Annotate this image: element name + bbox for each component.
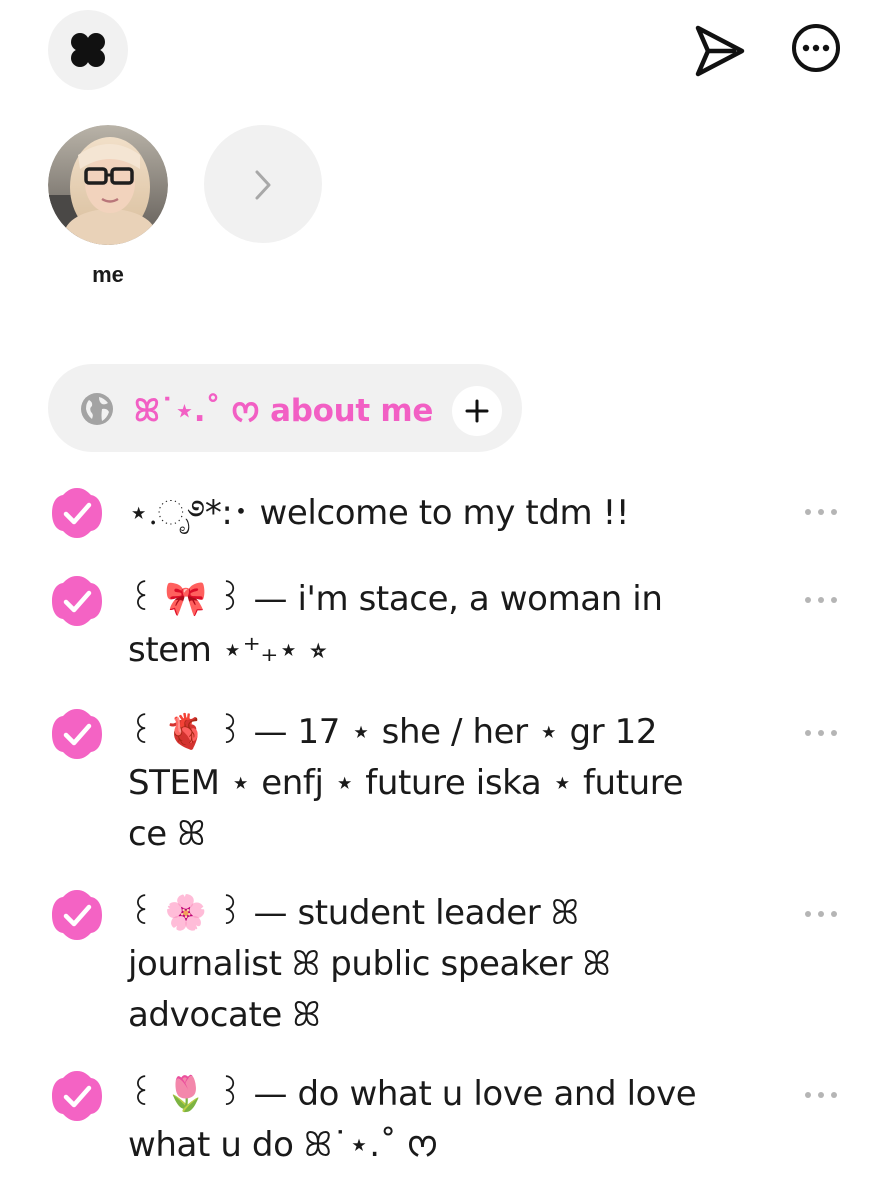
plus-icon (465, 399, 489, 423)
app-logo-icon (71, 33, 105, 67)
todo-checkbox[interactable] (50, 486, 104, 540)
todo-checkbox[interactable] (50, 888, 104, 942)
avatar-label: me (92, 262, 124, 287)
todo-text[interactable]: ⋆.ೃ࿔*:･ welcome to my tdm !! (128, 488, 708, 539)
ellipsis-icon[interactable] (803, 727, 839, 739)
share-button[interactable] (690, 22, 748, 80)
todo-checkbox[interactable] (50, 574, 104, 628)
todo-text[interactable]: ꒰ 🌸 ꒱ — student leader ꕤ journalist ꕤ pu… (128, 888, 708, 1041)
checkbox-checked-icon (52, 1071, 102, 1121)
globe-icon (81, 393, 113, 425)
ellipsis-icon[interactable] (803, 506, 839, 518)
next-profile-button[interactable] (204, 125, 322, 243)
avatar-photo (48, 125, 168, 245)
more-options-icon (792, 24, 840, 72)
list-title: ꕤ˙⋆.˚ ᰔ about me (134, 393, 434, 429)
todo-text[interactable]: ꒰ 🎀 ꒱ — i'm stace, a woman in stem ⋆⁺₊⋆ … (128, 574, 708, 676)
todo-checkbox[interactable] (50, 1069, 104, 1123)
todo-checkbox[interactable] (50, 707, 104, 761)
avatar[interactable] (48, 125, 168, 245)
ellipsis-icon[interactable] (803, 1089, 839, 1101)
checkbox-checked-icon (52, 890, 102, 940)
checkbox-checked-icon (52, 709, 102, 759)
checkbox-checked-icon (52, 576, 102, 626)
app-logo-button[interactable] (48, 10, 128, 90)
checkbox-checked-icon (52, 488, 102, 538)
todo-text[interactable]: ꒰ 🫀 ꒱ — 17 ⋆ she / her ⋆ gr 12 STEM ⋆ en… (128, 707, 708, 860)
ellipsis-icon[interactable] (803, 908, 839, 920)
more-options-button[interactable] (790, 22, 842, 74)
todo-text[interactable]: ꒰ 🌷 ꒱ — do what u love and love what u d… (128, 1069, 708, 1171)
ellipsis-icon[interactable] (803, 594, 839, 606)
add-todo-button[interactable] (452, 386, 502, 436)
send-icon (695, 25, 745, 77)
chevron-right-icon (255, 170, 271, 200)
